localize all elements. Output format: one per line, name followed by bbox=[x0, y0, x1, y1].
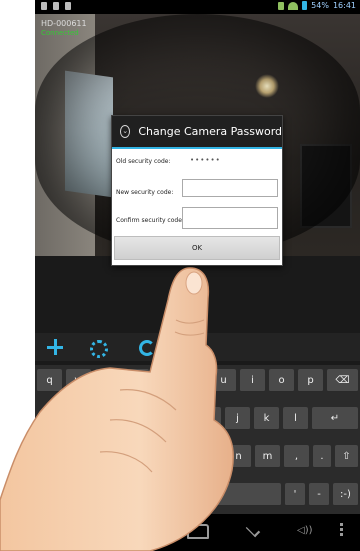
fingernail bbox=[185, 271, 203, 295]
hand-shape bbox=[0, 267, 234, 551]
pointing-hand-image bbox=[0, 267, 234, 551]
